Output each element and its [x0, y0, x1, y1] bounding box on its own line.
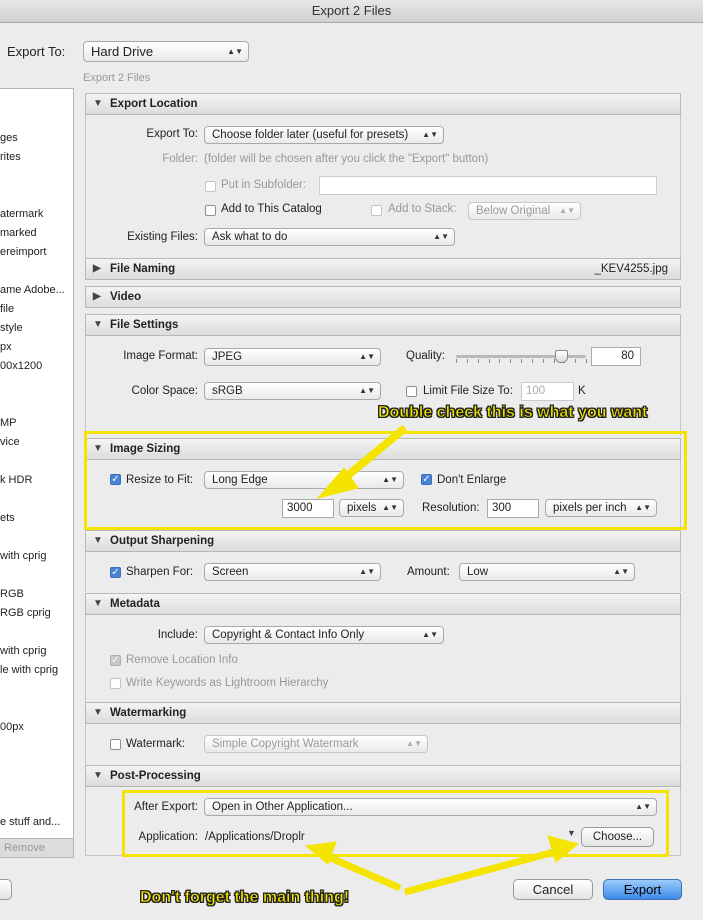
arrow-right-shaft [404, 847, 559, 896]
annotation-top: Double check this is what you want [378, 404, 648, 422]
arrow-left-shaft [324, 852, 402, 892]
annotation-bottom: Don't forget the main thing! [140, 889, 350, 907]
annotation-arrows [304, 424, 580, 896]
arrow-right-head [547, 835, 580, 863]
arrow-top-shaft [337, 424, 408, 486]
